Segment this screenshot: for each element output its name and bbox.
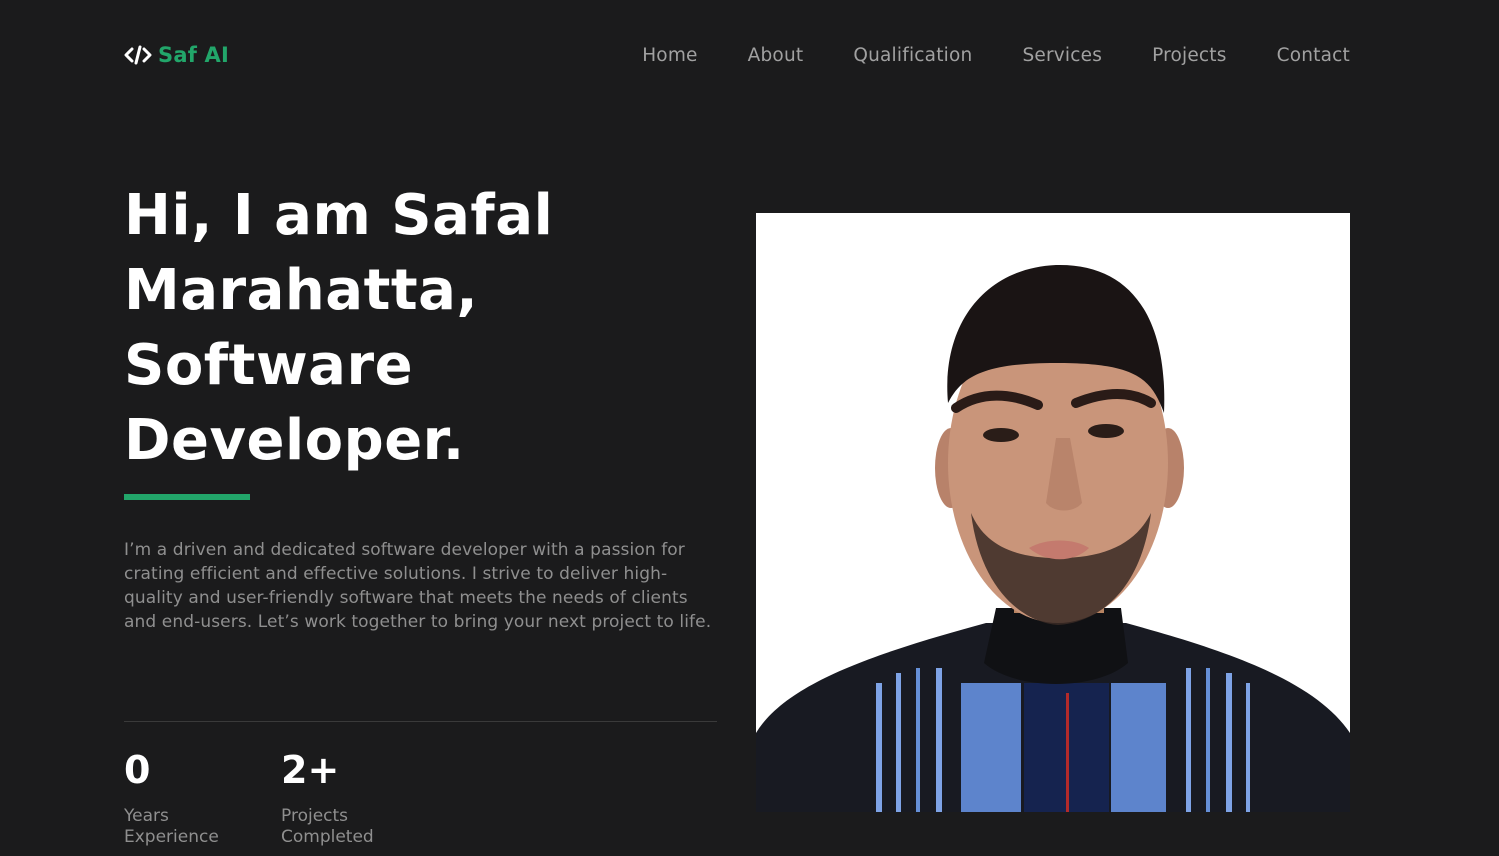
nav-home[interactable]: Home xyxy=(642,45,697,66)
profile-photo xyxy=(756,213,1350,812)
profile-photo-illustration xyxy=(756,213,1350,812)
accent-bar xyxy=(124,494,250,500)
stat-label: Projects Completed xyxy=(281,806,374,847)
stat-value: 2+ xyxy=(281,748,340,792)
site-header: Saf AI Home About Qualification Services… xyxy=(124,38,1350,72)
hero-title-line: Marahatta, xyxy=(124,258,479,323)
stat-value: 0 xyxy=(124,748,151,792)
divider xyxy=(124,721,717,722)
nav-services[interactable]: Services xyxy=(1022,45,1102,66)
hero-description: I’m a driven and dedicated software deve… xyxy=(124,540,712,632)
stat-projects: 2+ Projects Completed xyxy=(281,748,401,848)
nav-projects[interactable]: Projects xyxy=(1152,45,1227,66)
nav-contact[interactable]: Contact xyxy=(1277,45,1350,66)
stat-label: Years Experience xyxy=(124,806,219,847)
page: Saf AI Home About Qualification Services… xyxy=(0,0,1499,856)
logo-text: Saf AI xyxy=(158,43,230,67)
code-icon xyxy=(124,44,152,66)
nav-about[interactable]: About xyxy=(748,45,804,66)
stat-experience: 0 Years Experience xyxy=(124,748,244,848)
hero-title-line: Software xyxy=(124,333,414,398)
hero-title: Hi, I am Safal Marahatta, Software Devel… xyxy=(124,178,644,478)
nav-qualification[interactable]: Qualification xyxy=(853,45,972,66)
main-nav: Home About Qualification Services Projec… xyxy=(642,45,1350,66)
hero-title-line: Hi, I am Safal xyxy=(124,183,554,248)
logo-link[interactable]: Saf AI xyxy=(124,43,229,67)
hero-title-line: Developer. xyxy=(124,408,465,473)
